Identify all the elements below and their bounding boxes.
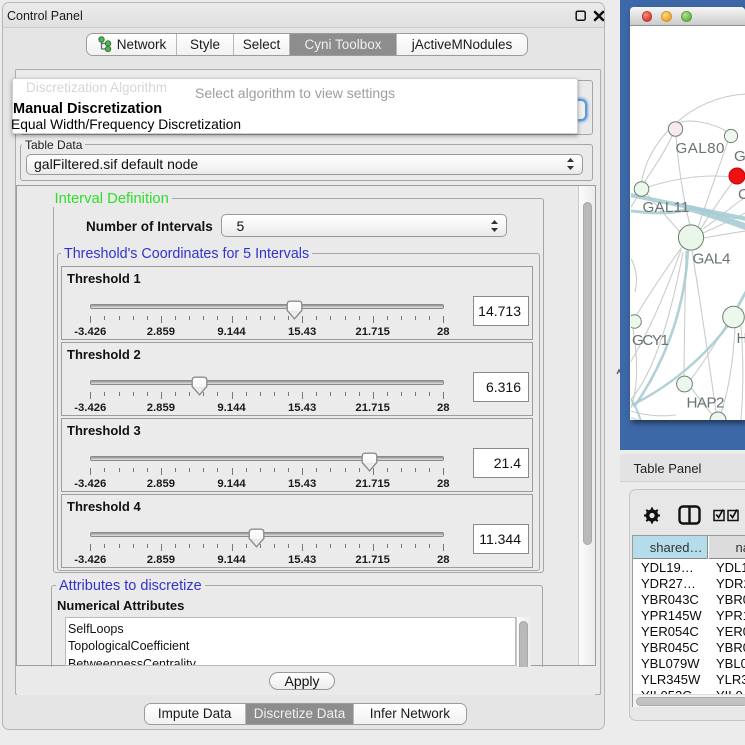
- svg-text:GA: GA: [734, 148, 745, 165]
- svg-text:C: C: [738, 186, 745, 203]
- svg-text:GAL4: GAL4: [693, 251, 731, 268]
- svg-text:H: H: [737, 330, 745, 347]
- svg-text:GAL80: GAL80: [676, 140, 725, 157]
- svg-text:GAL11: GAL11: [643, 199, 690, 216]
- svg-text:GCY1: GCY1: [632, 332, 669, 349]
- svg-text:HAP2: HAP2: [687, 395, 725, 412]
